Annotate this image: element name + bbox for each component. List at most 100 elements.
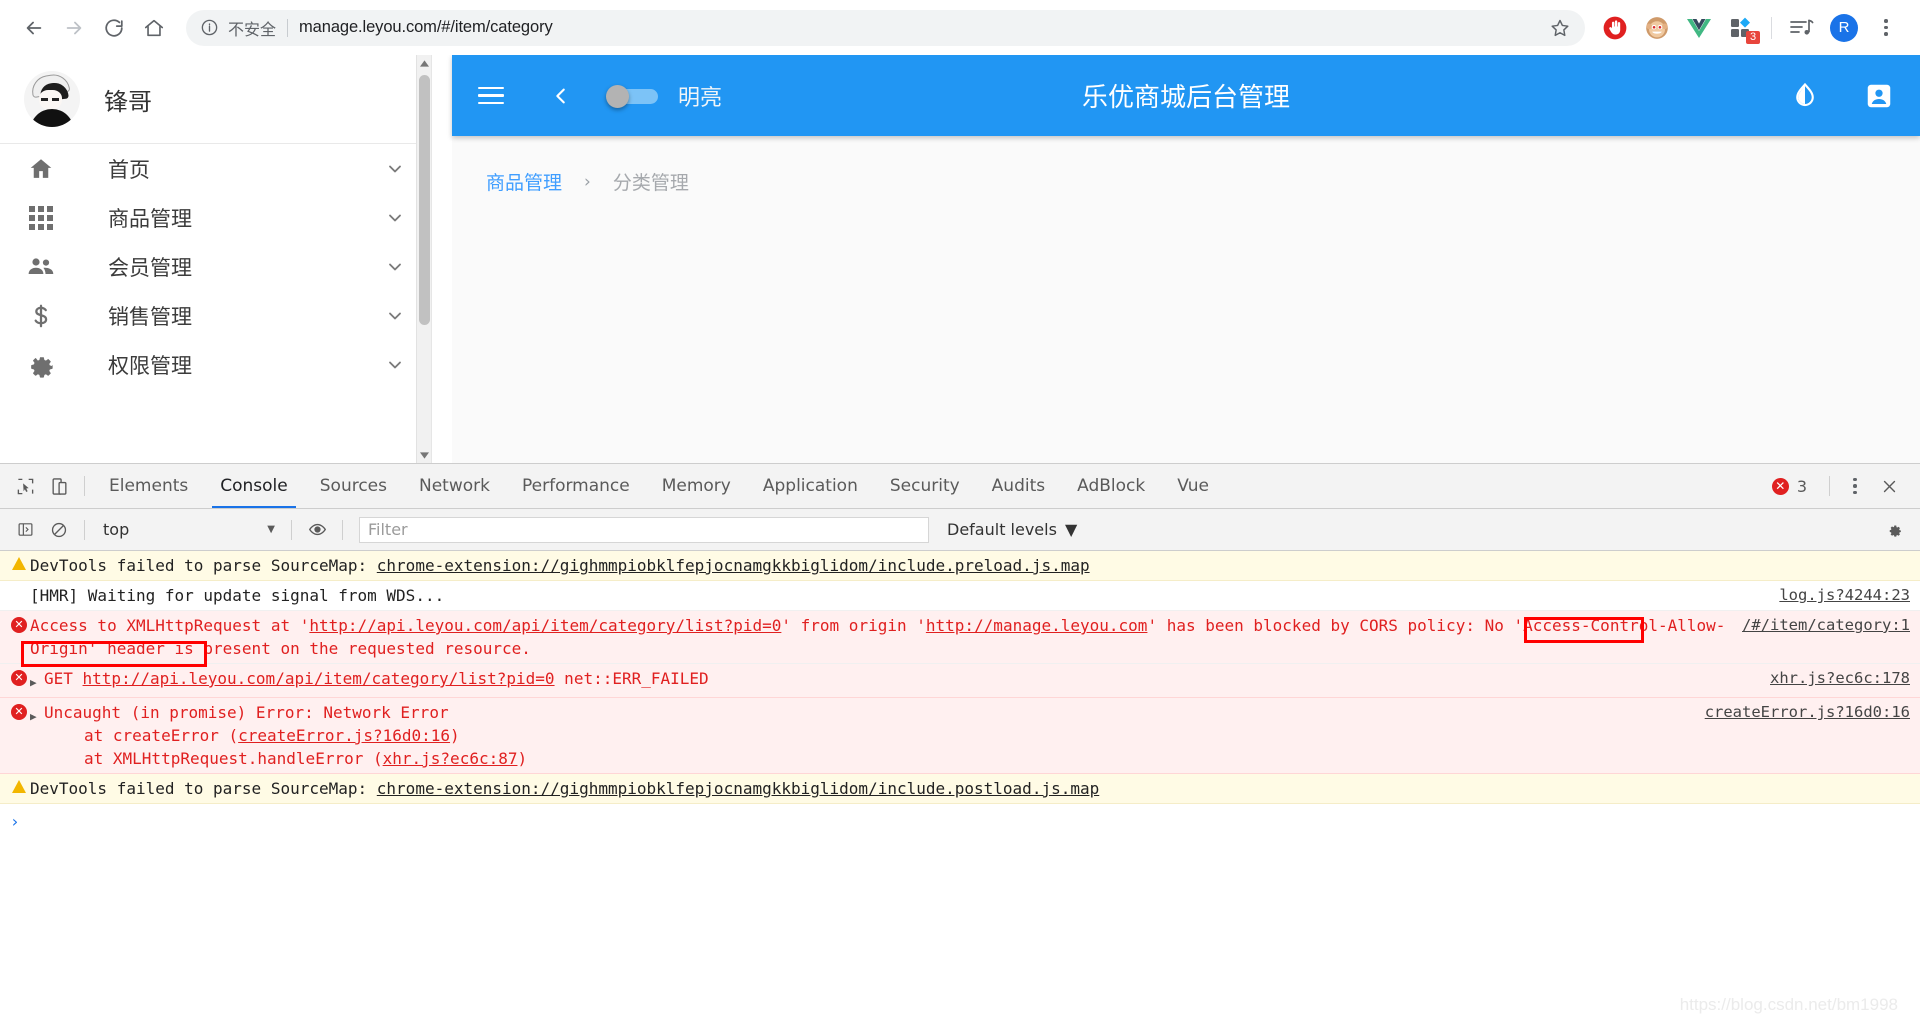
vue-devtools-icon[interactable] (1679, 8, 1719, 48)
theme-toggle-switch[interactable] (606, 84, 662, 108)
hamburger-icon[interactable] (478, 86, 504, 105)
message-text: DevTools failed to parse SourceMap: (30, 779, 377, 798)
app-sidebar: 锋哥 首页 商品管理 会员管理 销售管理 权限管理 (0, 55, 432, 463)
sidebar-item-permissions[interactable]: 权限管理 (0, 340, 431, 389)
theme-toggle-label: 明亮 (678, 85, 723, 111)
tab-sources[interactable]: Sources (304, 464, 403, 508)
console-row-error-get[interactable]: ✕ ▶ GET http://api.leyou.com/api/item/ca… (0, 664, 1920, 698)
stack-link[interactable]: createError.js?16d0:16 (238, 726, 450, 745)
adblock-icon[interactable] (1595, 8, 1635, 48)
console-row-warning[interactable]: DevTools failed to parse SourceMap: chro… (0, 551, 1920, 581)
account-box-icon[interactable] (1864, 81, 1894, 111)
tab-audits[interactable]: Audits (976, 464, 1061, 508)
sidebar-item-goods[interactable]: 商品管理 (0, 193, 431, 242)
source-link[interactable]: xhr.js?ec6c:178 (1770, 667, 1910, 690)
request-url-link[interactable]: http://api.leyou.com/api/item/category/l… (309, 616, 781, 635)
log-levels-select[interactable]: Default levels ▼ (947, 520, 1077, 539)
chevron-left-icon[interactable] (550, 85, 572, 107)
reload-icon[interactable] (94, 8, 134, 48)
extension-icons: 3 R (1595, 8, 1906, 48)
breadcrumb-separator: › (584, 171, 591, 192)
stack-suffix: ) (517, 749, 528, 768)
sidebar-profile[interactable]: 锋哥 (0, 55, 431, 144)
sidebar-user-name: 锋哥 (104, 87, 152, 116)
app-header-actions (1790, 81, 1894, 111)
origin-url-link[interactable]: http://manage.leyou.com (926, 616, 1148, 635)
stack-link[interactable]: xhr.js?ec6c:87 (383, 749, 518, 768)
message-text-2: net::ERR_FAILED (554, 669, 709, 688)
omnibox[interactable]: 不安全 manage.leyou.com/#/item/category (186, 9, 1585, 46)
chevron-down-icon[interactable] (385, 355, 405, 375)
app-header: 明亮 乐优商城后台管理 (452, 55, 1920, 136)
back-icon[interactable] (14, 8, 54, 48)
console-prompt[interactable]: › (0, 804, 1920, 839)
people-icon (22, 254, 60, 280)
console-row-error-cors[interactable]: ✕ Access to XMLHttpRequest at 'http://ap… (0, 611, 1920, 664)
sidebar-item-sales[interactable]: 销售管理 (0, 291, 431, 340)
clear-console-icon[interactable] (42, 513, 76, 547)
tab-security[interactable]: Security (874, 464, 976, 508)
breadcrumb-parent[interactable]: 商品管理 (486, 168, 562, 195)
sidebar-item-members[interactable]: 会员管理 (0, 242, 431, 291)
tab-memory[interactable]: Memory (646, 464, 747, 508)
sourcemap-link[interactable]: chrome-extension://gighmmpiobklfepjocnam… (377, 556, 1090, 575)
chevron-down-icon[interactable] (385, 159, 405, 179)
error-circle-icon: ✕ (8, 614, 30, 633)
source-link[interactable]: log.js?4244:23 (1779, 584, 1910, 607)
close-icon[interactable] (1872, 469, 1906, 503)
chevron-down-icon[interactable] (385, 306, 405, 326)
request-url-link[interactable]: http://api.leyou.com/api/item/category/l… (83, 669, 555, 688)
info-circle-icon[interactable] (200, 18, 219, 37)
chevron-down-icon[interactable] (385, 257, 405, 277)
tab-elements[interactable]: Elements (93, 464, 204, 508)
console-sidebar-icon[interactable] (8, 513, 42, 547)
sidebar-item-home[interactable]: 首页 (0, 144, 431, 193)
log-spacer (8, 584, 30, 587)
message-text: Uncaught (in promise) Error: Network Err… (44, 703, 449, 722)
console-message: Uncaught (in promise) Error: Network Err… (44, 701, 1705, 770)
scroll-down-icon[interactable] (417, 447, 432, 463)
media-playlist-icon[interactable] (1782, 8, 1822, 48)
tab-vue[interactable]: Vue (1161, 464, 1225, 508)
screen: 不安全 manage.leyou.com/#/item/category 3 R… (0, 0, 1920, 1029)
tampermonkey-icon[interactable] (1637, 8, 1677, 48)
grid-icon (22, 205, 60, 230)
expand-arrow-icon[interactable]: ▶ (30, 701, 44, 728)
message-text-1: GET (44, 669, 83, 688)
theme-droplet-icon[interactable] (1790, 81, 1820, 111)
error-count-badge[interactable]: ✕ 3 (1771, 477, 1807, 496)
live-expression-icon[interactable] (300, 513, 334, 547)
profile-avatar[interactable]: R (1824, 8, 1864, 48)
expand-arrow-icon[interactable]: ▶ (30, 667, 44, 694)
tab-performance[interactable]: Performance (506, 464, 646, 508)
sourcemap-link[interactable]: chrome-extension://gighmmpiobklfepjocnam… (377, 779, 1099, 798)
tabbar-divider (1829, 476, 1830, 496)
gear-icon[interactable] (1885, 520, 1912, 539)
source-link[interactable]: /#/item/category:1 (1742, 614, 1910, 637)
tab-network[interactable]: Network (403, 464, 506, 508)
inspect-element-icon[interactable] (8, 469, 42, 503)
console-row-log[interactable]: [HMR] Waiting for update signal from WDS… (0, 581, 1920, 611)
console-message: GET http://api.leyou.com/api/item/catego… (44, 667, 1770, 690)
home-icon (22, 156, 60, 182)
tab-application[interactable]: Application (747, 464, 874, 508)
chevron-down-icon[interactable] (385, 208, 405, 228)
source-link[interactable]: createError.js?16d0:16 (1705, 701, 1910, 724)
kebab-menu-icon[interactable] (1838, 469, 1872, 503)
device-toolbar-icon[interactable] (42, 469, 76, 503)
scroll-up-icon[interactable] (417, 55, 432, 71)
chevron-down-icon: ▼ (1064, 520, 1078, 539)
extensions-puzzle-icon[interactable]: 3 (1721, 8, 1761, 48)
console-row-warning[interactable]: DevTools failed to parse SourceMap: chro… (0, 774, 1920, 804)
page-viewport: 锋哥 首页 商品管理 会员管理 销售管理 权限管理 明亮 乐优商城后台管理 商品… (0, 55, 1920, 463)
tab-console[interactable]: Console (204, 464, 304, 508)
console-row-error-uncaught[interactable]: ✕ ▶ Uncaught (in promise) Error: Network… (0, 698, 1920, 774)
star-icon[interactable] (1549, 17, 1571, 39)
scrollbar-thumb[interactable] (419, 75, 430, 325)
home-icon[interactable] (134, 8, 174, 48)
kebab-menu-icon[interactable] (1866, 8, 1906, 48)
execution-context-select[interactable]: top ▼ (93, 517, 283, 543)
tab-adblock[interactable]: AdBlock (1061, 464, 1161, 508)
filter-input[interactable]: Filter (359, 516, 929, 543)
sidebar-scrollbar[interactable] (416, 55, 431, 463)
